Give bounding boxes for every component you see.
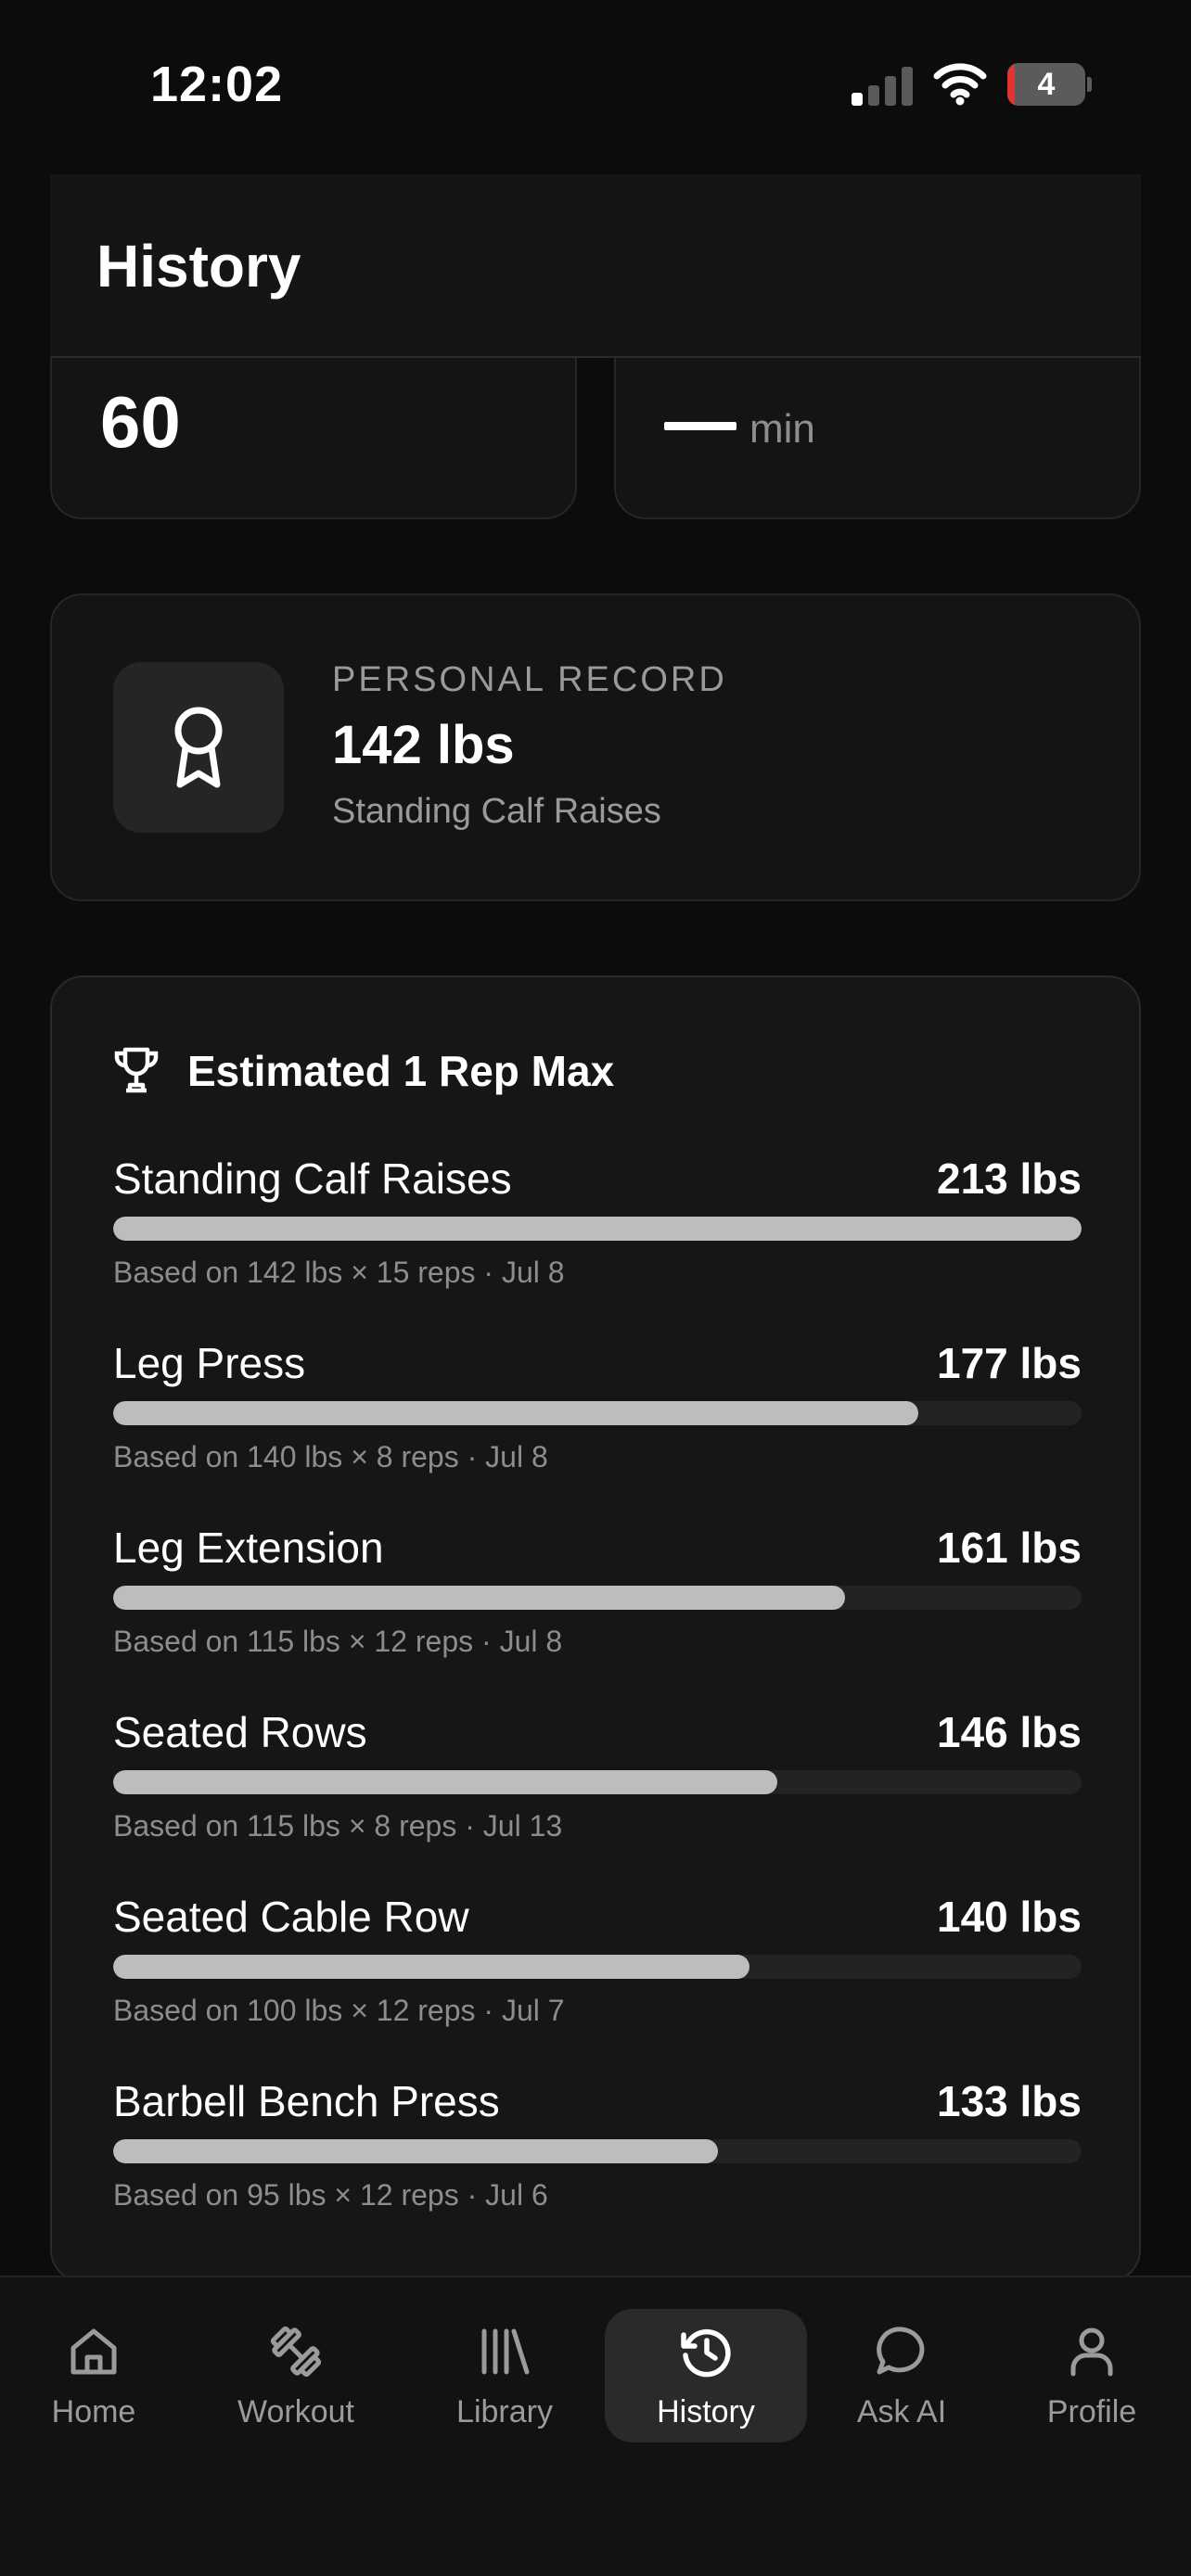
estimated-max-value: 213 lbs: [937, 1154, 1082, 1203]
one-rep-max-row[interactable]: Barbell Bench Press 133 lbs Based on 95 lb…: [113, 2076, 1082, 2234]
estimated-max-value: 161 lbs: [937, 1524, 1082, 1572]
personal-record-label: PERSONAL RECORD: [332, 660, 727, 699]
one-rep-max-row[interactable]: Standing Calf Raises 213 lbs Based on 142 …: [113, 1154, 1082, 1311]
history-icon: [681, 2328, 731, 2378]
exercise-name: Barbell Bench Press: [113, 2077, 500, 2125]
progress-track: [113, 1770, 1082, 1794]
progress-track: [113, 2139, 1082, 2163]
tab-ask-ai[interactable]: Ask AI: [833, 2309, 970, 2442]
tab-profile[interactable]: Profile: [1028, 2309, 1156, 2442]
one-rep-max-row[interactable]: Seated Cable Row 140 lbs Based on 100 lbs …: [113, 1892, 1082, 2049]
estimated-max-value: 140 lbs: [937, 1893, 1082, 1941]
status-time: 12:02: [150, 57, 284, 112]
tab-home[interactable]: Home: [19, 2309, 169, 2442]
one-rep-max-title: Estimated 1 Rep Max: [187, 1047, 615, 1095]
one-rep-max-row[interactable]: Leg Press 177 lbs Based on 140 lbs × 8 rep…: [113, 1338, 1082, 1496]
home-icon: [70, 2328, 117, 2375]
estimated-max-value: 146 lbs: [937, 1708, 1082, 1756]
award-ribbon-icon: [174, 707, 223, 788]
battery-level: 4: [1037, 67, 1056, 102]
tab-label-profile: Profile: [1046, 2394, 1137, 2429]
tab-label-history: History: [657, 2394, 755, 2429]
progress-fill: [113, 1586, 846, 1610]
screen: 12:02 4 60 min History PERSONAL RECORD 1…: [0, 0, 1191, 2576]
progress-fill: [113, 1770, 777, 1794]
status-bar: 12:02 4: [0, 0, 1191, 167]
stat-empty-dash: [664, 422, 736, 430]
dumbbell-icon: [270, 2326, 322, 2378]
stat-unit: min: [749, 406, 815, 452]
progress-track: [113, 1955, 1082, 1979]
one-rep-max-row[interactable]: Seated Rows 146 lbs Based on 115 lbs × 8 r…: [113, 1707, 1082, 1865]
estimated-max-value: 133 lbs: [937, 2077, 1082, 2125]
tab-label-home: Home: [51, 2394, 136, 2429]
based-on-detail: Based on 95 lbs × 12 reps · Jul 6: [113, 2178, 548, 2212]
progress-track: [113, 1401, 1082, 1425]
tab-bar: Home Workout Library History Ask AI Prof…: [0, 2276, 1191, 2576]
exercise-name: Standing Calf Raises: [113, 1154, 512, 1203]
progress-fill: [113, 1955, 750, 1979]
one-rep-max-card: Estimated 1 Rep Max Standing Calf Raises…: [50, 976, 1141, 2283]
chat-bubble-icon: [877, 2327, 925, 2375]
tab-label-ask-ai: Ask AI: [856, 2394, 947, 2429]
trophy-icon: [114, 1047, 159, 1093]
progress-track: [113, 1217, 1082, 1241]
one-rep-max-row[interactable]: Leg Extension 161 lbs Based on 115 lbs × 1…: [113, 1523, 1082, 1680]
exercise-name: Seated Rows: [113, 1708, 367, 1756]
tab-label-library: Library: [456, 2394, 553, 2429]
cellular-signal-icon: [852, 65, 915, 106]
page-title: History: [96, 233, 301, 300]
personal-record-icon-box: [113, 662, 284, 833]
exercise-name: Leg Extension: [113, 1524, 384, 1572]
library-icon: [481, 2328, 530, 2375]
tab-history[interactable]: History: [605, 2309, 807, 2442]
tab-workout[interactable]: Workout: [215, 2309, 377, 2442]
based-on-detail: Based on 115 lbs × 8 reps · Jul 13: [113, 1809, 563, 1843]
user-icon: [1070, 2327, 1113, 2377]
wifi-icon: [933, 63, 987, 106]
progress-track: [113, 1586, 1082, 1610]
based-on-detail: Based on 115 lbs × 12 reps · Jul 8: [113, 1625, 563, 1658]
progress-fill: [113, 1217, 1082, 1241]
stat-value: 60: [100, 381, 181, 463]
tab-label-workout: Workout: [237, 2394, 354, 2429]
progress-fill: [113, 1401, 918, 1425]
based-on-detail: Based on 142 lbs × 15 reps · Jul 8: [113, 1256, 565, 1289]
based-on-detail: Based on 140 lbs × 8 reps · Jul 8: [113, 1440, 548, 1473]
based-on-detail: Based on 100 lbs × 12 reps · Jul 7: [113, 1994, 565, 2027]
exercise-name: Seated Cable Row: [113, 1893, 469, 1941]
personal-record-card[interactable]: PERSONAL RECORD 142 lbs Standing Calf Ra…: [50, 593, 1141, 901]
battery-icon: 4: [1007, 63, 1092, 106]
page-header: History: [50, 174, 1141, 358]
estimated-max-value: 177 lbs: [937, 1339, 1082, 1387]
progress-fill: [113, 2139, 718, 2163]
exercise-name: Leg Press: [113, 1339, 306, 1387]
personal-record-exercise: Standing Calf Raises: [332, 792, 661, 831]
personal-record-value: 142 lbs: [332, 715, 515, 775]
tab-library[interactable]: Library: [434, 2309, 575, 2442]
